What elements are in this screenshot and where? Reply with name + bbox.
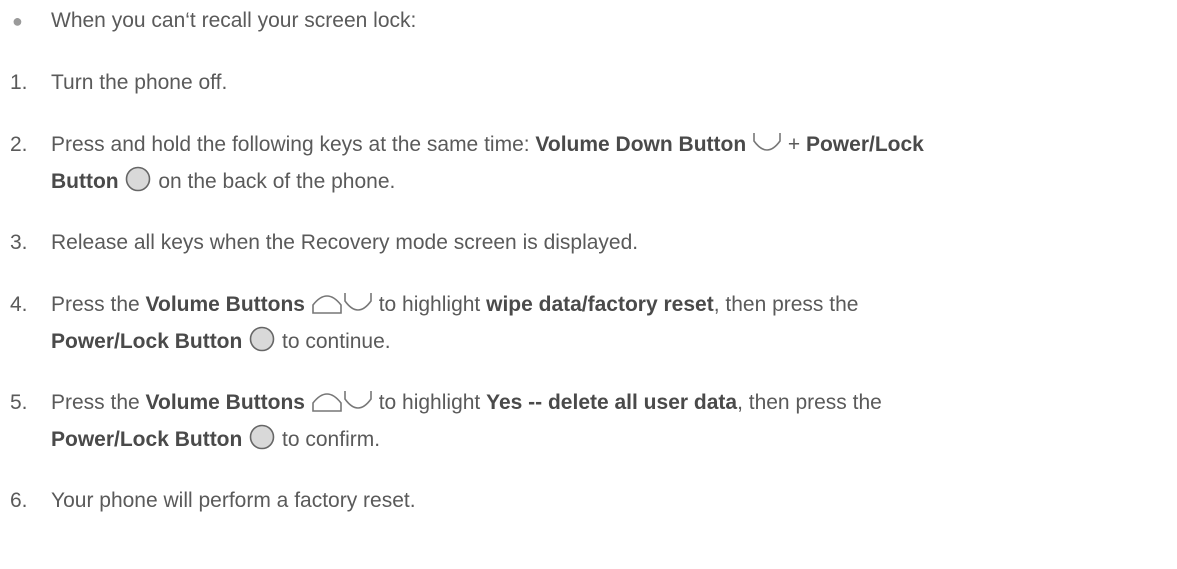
step-text: Your phone will perform a factory reset. [51,489,416,512]
step-number: 3. [10,231,28,254]
step-text: Press and hold the following keys at the… [51,130,924,160]
wipe-data-option: wipe data/factory reset [486,293,714,316]
step-text-segment: Press the [51,391,146,414]
step-text-segment: + [787,133,806,156]
volume-down-key-icon [343,391,373,414]
intro-text: When you can‘t recall your screen lock: [51,9,417,32]
step-text-segment: Press the [51,293,146,316]
step-text-segment: Press and hold the following keys at the… [51,133,536,156]
step-number: 2. [10,133,28,156]
volume-up-key-icon [311,293,343,316]
button-label: Button [51,170,119,193]
step-number: 4. [10,293,28,316]
delete-user-data-option: Yes -- delete all user data [486,391,738,414]
step-text-segment: , then press the [713,293,859,316]
volume-buttons-label: Volume Buttons [145,293,305,316]
power-lock-label: Power/Lock [805,133,924,156]
volume-up-key-icon [311,391,343,414]
step-text-segment: on the back of the phone. [158,170,396,193]
bullet-marker: ● [12,11,23,31]
step-text-segment: to highlight [378,293,487,316]
volume-down-key-icon [752,133,782,156]
volume-down-key-icon [343,293,373,316]
step-number: 6. [10,489,28,512]
step-number: 1. [10,71,28,94]
power-lock-key-icon [248,326,276,353]
power-lock-button-label: Power/Lock Button [51,428,243,451]
step-text-segment: to continue. [282,330,391,353]
power-lock-button-label: Power/Lock Button [51,330,243,353]
step-number: 5. [10,391,28,414]
step-text-segment: , then press the [737,391,882,414]
volume-down-button-label: Volume Down Button [535,133,747,156]
volume-buttons-label: Volume Buttons [145,391,305,414]
step-text: Turn the phone off. [51,71,228,94]
step-text-segment: to confirm. [282,428,381,451]
power-lock-key-icon [248,424,276,451]
step-text: Release all keys when the Recovery mode … [51,231,639,254]
document-page: { "intro": { "bullet": "●", "text": "Whe… [0,0,1177,569]
step-text-segment: to highlight [378,391,487,414]
power-lock-key-icon [124,166,152,193]
